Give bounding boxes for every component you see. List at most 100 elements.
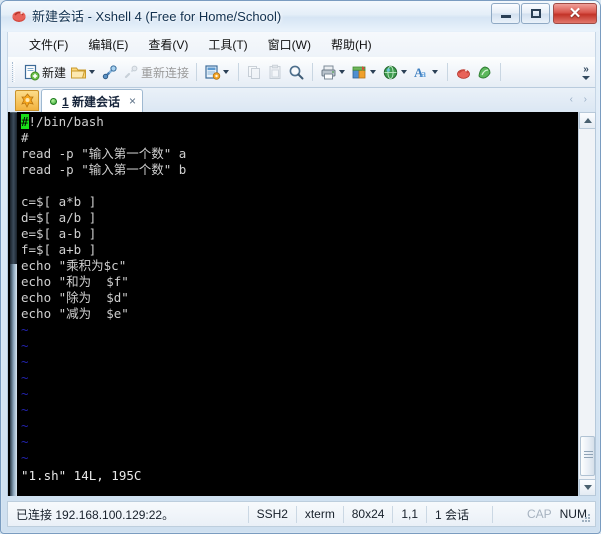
terminal-empty-line-marker: ~ [21,434,29,449]
globe-icon [382,64,399,81]
terminal-line: # [21,130,579,146]
terminal-empty-line-marker: ~ [21,370,29,385]
font-button[interactable]: A a [411,60,442,84]
scrollbar-grip-icon [584,451,593,460]
web-button[interactable] [380,60,411,84]
terminal-line: d=$[ a/b ] [21,210,579,226]
terminal-line-text: echo "乘积为$c" [21,258,127,273]
tab-close-icon[interactable]: × [129,95,136,107]
menu-view[interactable]: 查看(V) [139,33,197,56]
session-properties-caret[interactable] [223,70,230,74]
terminal-line-text: e=$[ a-b ] [21,226,97,241]
menu-tools[interactable]: 工具(T) [199,33,256,56]
tab-session-1-label: 1 新建会话 [62,93,120,110]
resize-grip-icon[interactable] [580,512,592,524]
toolbar: 新建 重新连接 A a » [7,57,596,88]
terminal-line-text [21,178,29,193]
connect-button[interactable] [99,60,120,84]
paste-button[interactable] [265,60,286,84]
tab-name: 新建会话 [72,94,121,109]
magnifier-icon [288,64,305,81]
paste-icon [267,64,284,81]
xftp-button[interactable] [474,60,495,84]
terminal-screen[interactable]: #!/bin/bash # read -p "输入第一个数" a read -p "输… [21,112,579,496]
menu-window[interactable]: 窗口(W) [259,33,320,56]
file-transfer-caret[interactable] [370,70,377,74]
reconnect-button[interactable]: 重新连接 [120,60,191,84]
menu-edit[interactable]: 编辑(E) [79,33,137,56]
maximize-icon [522,4,549,23]
file-transfer-button[interactable] [349,60,380,84]
tab-number: 1 [62,94,69,109]
status-divider-6 [492,505,493,523]
copy-button[interactable] [244,60,265,84]
terminal-line-text: read -p "输入第一个数" a [21,146,187,161]
tab-session-1[interactable]: 1 新建会话 × [41,89,144,112]
terminal-line: read -p "输入第一个数" b [21,162,579,178]
xshell-window: 新建会话 - Xshell 4 (Free for Home/School) ✕… [0,0,601,534]
terminal-line: f=$[ a+b ] [21,242,579,258]
terminal-empty-line-marker: ~ [21,418,29,433]
print-caret[interactable] [339,70,346,74]
open-session-caret[interactable] [89,70,96,74]
maximize-button[interactable] [521,3,550,24]
terminal-line-text: !/bin/bash [28,114,104,129]
scroll-up-button[interactable] [579,112,595,129]
arrow-down-icon [583,485,592,490]
minimize-icon [492,4,519,23]
menu-help[interactable]: 帮助(H) [322,33,381,56]
close-button[interactable]: ✕ [553,3,597,24]
new-session-button[interactable]: 新建 [21,60,68,84]
toolbar-separator-4 [447,63,449,81]
status-cursor-position: 1,1 [401,507,419,521]
tab-strip: 1 新建会话 × ‹ › [7,88,596,112]
close-icon: ✕ [554,4,596,23]
status-connection: 已连接 192.168.100.129:22。 [16,507,175,522]
tab-prev-icon[interactable]: ‹ [570,94,573,105]
reconnect-label: 重新连接 [141,65,190,80]
session-launcher-icon[interactable] [15,90,39,111]
xshell-logo-icon [10,7,28,25]
terminal-line: e=$[ a-b ] [21,226,579,242]
terminal-line-text: f=$[ a+b ] [21,242,97,257]
status-cap: CAP [526,507,552,521]
terminal-line-text: echo "减为 $e" [21,306,129,321]
terminal-inner-scroll-thumb[interactable] [10,112,17,264]
plug-disconnect-icon [122,64,139,81]
connected-green-dot-icon [50,97,57,105]
terminal-line: echo "乘积为$c" [21,258,579,274]
find-button[interactable] [286,60,307,84]
printer-icon [320,64,337,81]
scrollbar-thumb[interactable] [580,436,595,476]
open-folder-icon [70,64,87,81]
print-button[interactable] [318,60,349,84]
terminal-empty-line-marker: ~ [21,386,29,401]
terminal-empty-line-marker: ~ [21,354,29,369]
xshell-button[interactable] [453,60,474,84]
new-session-label: 新建 [42,65,67,80]
toolbar-separator-1 [196,63,198,81]
open-session-button[interactable] [68,60,99,84]
minimize-button[interactable] [491,3,520,24]
tab-next-icon[interactable]: › [584,94,587,105]
terminal-status-line: "1.sh" 14L, 195C [21,468,142,483]
toolbar-overflow-label: » [583,63,589,75]
menu-file[interactable]: 文件(F) [20,33,77,56]
scroll-down-button[interactable] [579,479,595,496]
session-properties-button[interactable] [202,60,233,84]
terminal-line: echo "减为 $e" [21,306,579,322]
plug-connect-icon [101,64,118,81]
font-icon: A a [413,64,430,81]
terminal-line [21,178,579,194]
web-caret[interactable] [401,70,408,74]
toolbar-grip[interactable] [12,62,15,82]
font-caret[interactable] [432,70,439,74]
terminal-empty-line-marker: ~ [21,450,29,465]
toolbar-overflow-button[interactable]: » [579,60,593,85]
terminal-line-text: c=$[ a*b ] [21,194,97,209]
svg-text:a: a [421,69,426,80]
terminal-area[interactable]: #!/bin/bash # read -p "输入第一个数" a read -p "输… [7,112,596,496]
terminal-vertical-scrollbar[interactable] [578,112,595,496]
title-bar: 新建会话 - Xshell 4 (Free for Home/School) ✕ [1,1,600,31]
terminal-inner-scrollbar[interactable] [8,112,20,496]
